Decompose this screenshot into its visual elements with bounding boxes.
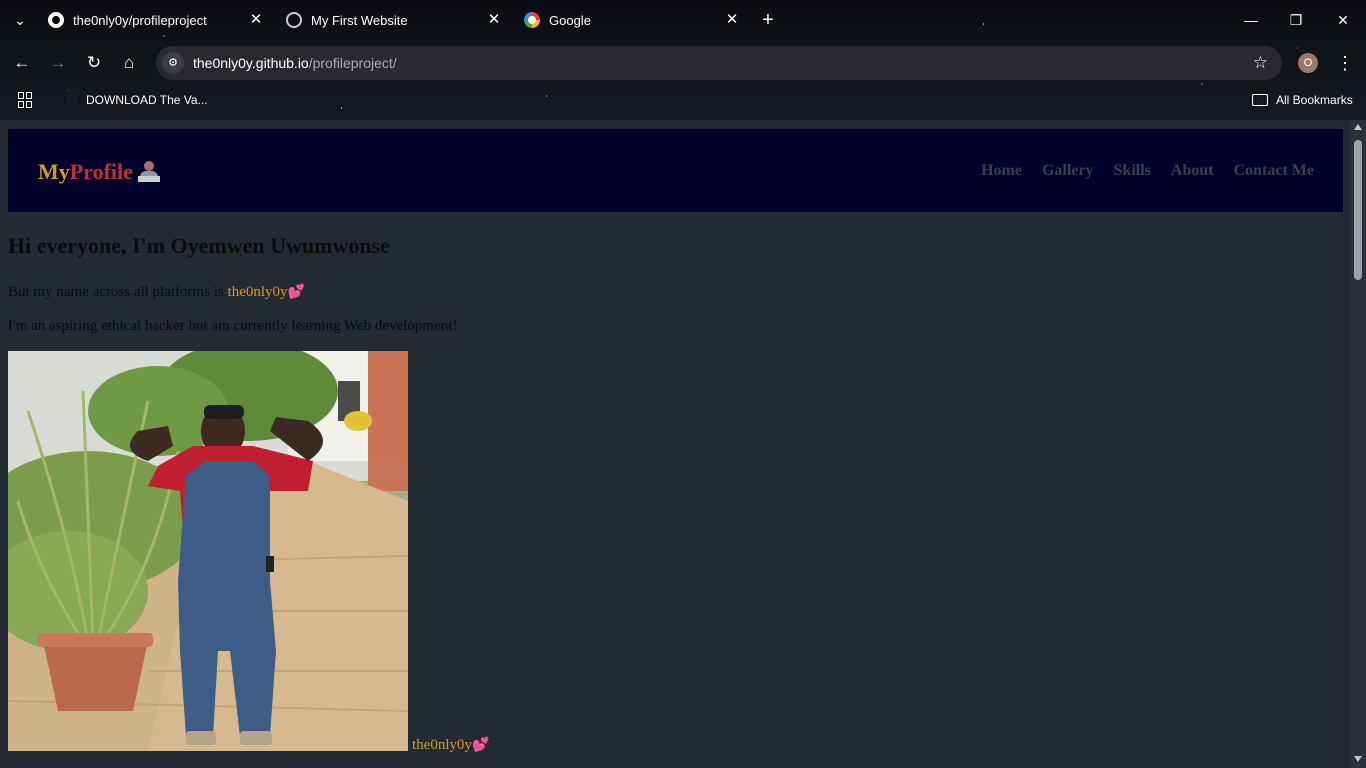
tab-title: the0nly0y/profileproject <box>73 12 207 28</box>
site-navbar: My Profile Home Gallery Skills About Cont… <box>8 129 1343 212</box>
url-host: the0nly0y.github.io <box>193 55 309 71</box>
window-close-icon[interactable]: ✕ <box>1331 8 1355 32</box>
site-nav-links: Home Gallery Skills About Contact Me <box>981 162 1314 180</box>
heart-icon: 💕 <box>287 285 305 300</box>
profile-photo <box>8 351 408 751</box>
nav-gallery-link[interactable]: Gallery <box>1042 162 1094 180</box>
nav-home-link[interactable]: Home <box>981 162 1022 180</box>
close-icon[interactable]: ✕ <box>248 12 264 28</box>
forward-arrow-icon[interactable]: → <box>46 51 70 75</box>
profile-avatar[interactable]: O <box>1298 53 1318 73</box>
site-logo[interactable]: My Profile <box>38 159 160 185</box>
bookmarks-bar: DOWNLOAD The Va... All Bookmarks <box>0 88 1366 112</box>
home-icon[interactable]: ⌂ <box>117 51 141 75</box>
scroll-down-icon[interactable] <box>1354 756 1362 762</box>
description-paragraph: I'm an aspiring ethical hacker but am cu… <box>8 318 458 334</box>
intro-text: But my name across all platforms is <box>8 284 224 300</box>
nav-contact-link[interactable]: Contact Me <box>1234 162 1314 180</box>
all-bookmarks-button[interactable]: All Bookmarks <box>1252 90 1353 110</box>
page-scrollbar[interactable] <box>1350 120 1366 768</box>
tab-profileproject[interactable]: the0nly0y/profileproject ✕ <box>48 6 264 34</box>
new-tab-icon[interactable]: + <box>758 10 778 30</box>
site-info-icon[interactable]: ⚙ <box>162 52 184 74</box>
bookmark-item[interactable]: DOWNLOAD The Va... <box>66 90 208 110</box>
nav-skills-link[interactable]: Skills <box>1114 162 1151 180</box>
handle-text: the0nly0y <box>227 284 288 300</box>
reload-icon[interactable]: ↻ <box>82 51 106 75</box>
page-heading: Hi everyone, I'm Oyemwen Uwumwonse <box>8 233 390 258</box>
more-menu-icon[interactable]: ⋮ <box>1336 51 1354 75</box>
brand-my: My <box>38 159 70 184</box>
restore-icon[interactable]: ❐ <box>1284 8 1308 32</box>
tab-google[interactable]: Google ✕ <box>524 6 740 34</box>
technologist-icon <box>137 160 160 184</box>
bookmark-label: DOWNLOAD The Va... <box>86 93 208 107</box>
brand-profile: Profile <box>69 159 133 184</box>
page-viewport: My Profile Home Gallery Skills About Cont… <box>0 120 1366 768</box>
scroll-thumb[interactable] <box>1354 140 1362 280</box>
bookmark-star-icon[interactable]: ☆ <box>1253 53 1268 73</box>
photo-caption: the0nly0y💕 <box>412 737 489 754</box>
minimize-icon[interactable]: — <box>1239 8 1263 32</box>
tab-strip: ⌄ the0nly0y/profileproject ✕ My First We… <box>0 0 1366 40</box>
bookmark-favicon-icon <box>66 94 78 106</box>
caption-handle: the0nly0y <box>412 737 472 753</box>
folder-icon <box>1252 94 1268 106</box>
globe-icon <box>286 12 302 28</box>
close-icon[interactable]: ✕ <box>724 12 740 28</box>
browser-chrome: ⌄ the0nly0y/profileproject ✕ My First We… <box>0 0 1366 120</box>
tab-title: Google <box>549 12 591 28</box>
heart-icon: 💕 <box>472 738 490 753</box>
google-icon <box>524 12 540 28</box>
github-icon <box>48 12 64 28</box>
scroll-up-icon[interactable] <box>1354 124 1362 130</box>
tab-my-first-website[interactable]: My First Website ✕ <box>286 6 502 34</box>
tab-search-icon[interactable]: ⌄ <box>10 10 30 30</box>
url-path: /profileproject/ <box>308 55 397 71</box>
back-arrow-icon[interactable]: ← <box>10 51 34 75</box>
apps-grid-icon[interactable] <box>18 92 34 108</box>
nav-about-link[interactable]: About <box>1171 162 1214 180</box>
profile-photo-illustration <box>8 351 408 751</box>
all-bookmarks-label: All Bookmarks <box>1276 93 1353 107</box>
intro-paragraph: But my name across all platforms is the0… <box>8 284 305 301</box>
address-bar[interactable]: ⚙ the0nly0y.github.io/profileproject/ ☆ <box>156 46 1282 80</box>
close-icon[interactable]: ✕ <box>486 12 502 28</box>
tab-title: My First Website <box>311 12 408 28</box>
url-text[interactable]: the0nly0y.github.io/profileproject/ <box>193 55 397 71</box>
browser-toolbar: ← → ↻ ⌂ ⚙ the0nly0y.github.io/profilepro… <box>0 44 1366 82</box>
